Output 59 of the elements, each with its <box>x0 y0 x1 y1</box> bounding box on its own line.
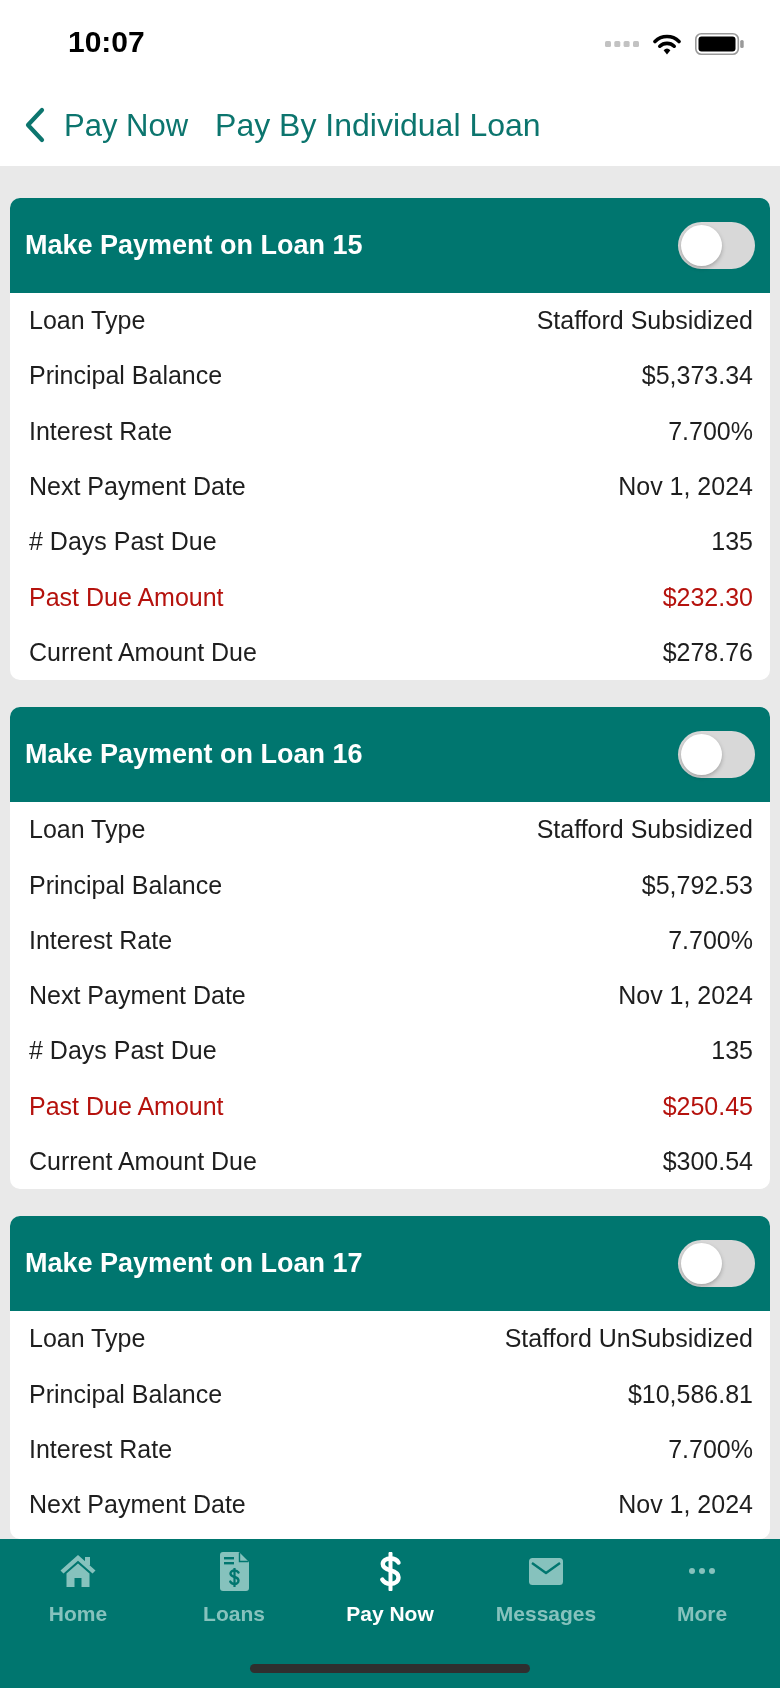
field-value: $250.45 <box>662 1093 753 1119</box>
field-label: Next Payment Date <box>29 1492 246 1518</box>
tab-button[interactable]: More <box>624 1551 780 1624</box>
field-value: Nov 1, 2024 <box>618 474 753 500</box>
field-label: Past Due Amount <box>29 584 224 610</box>
field-label: Principal Balance <box>29 363 223 389</box>
field-value: Stafford UnSubsidized <box>504 1326 753 1352</box>
battery-icon <box>695 33 744 55</box>
card-title: Make Payment on Loan 15 <box>25 232 363 259</box>
field-label: Loan Type <box>29 1326 146 1352</box>
field-label: Current Amount Due <box>29 639 257 665</box>
field-value: 7.700% <box>668 418 753 444</box>
field-label: Past Due Amount <box>29 1093 224 1119</box>
status-time: 10:07 <box>68 27 145 57</box>
toggle-switch[interactable] <box>678 731 755 779</box>
wifi-icon <box>653 33 681 55</box>
field-label: Principal Balance <box>29 1381 223 1407</box>
field-label: Principal Balance <box>29 872 223 898</box>
field-value: Nov 1, 2024 <box>618 983 753 1009</box>
field-label: Next Payment Date <box>29 474 246 500</box>
field-value: Stafford Subsidized <box>536 817 753 843</box>
home-icon <box>60 1554 96 1588</box>
field-label: # Days Past Due <box>29 529 217 555</box>
field-value: 135 <box>711 1038 753 1064</box>
tab-button[interactable]: Pay Now <box>312 1551 468 1624</box>
field-label: Next Payment Date <box>29 983 246 1009</box>
field-label: Interest Rate <box>29 927 173 953</box>
field-value: Nov 1, 2024 <box>618 1492 753 1518</box>
tab-button[interactable]: Home <box>0 1551 156 1624</box>
field-value: $5,792.53 <box>641 872 753 898</box>
field-value: $278.76 <box>662 639 753 665</box>
field-value: $300.54 <box>662 1149 753 1174</box>
back-button[interactable]: Pay Now <box>24 107 189 143</box>
field-value: $10,586.81 <box>627 1381 753 1407</box>
toggle-switch[interactable] <box>678 222 755 269</box>
card-title: Make Payment on Loan 17 <box>25 1250 363 1278</box>
field-value: 7.700% <box>668 1436 753 1462</box>
field-label: Interest Rate <box>29 418 173 444</box>
tab-button[interactable]: Loans <box>156 1551 312 1624</box>
card-title: Make Payment on Loan 16 <box>25 741 363 769</box>
tab-button[interactable]: Messages <box>468 1551 624 1624</box>
field-label: Loan Type <box>29 308 146 334</box>
toggle-switch[interactable] <box>678 1240 755 1288</box>
field-value: 7.700% <box>668 927 753 953</box>
field-label: Loan Type <box>29 817 146 843</box>
chevron-left-icon <box>24 107 45 143</box>
page-title: Pay By Individual Loan <box>215 109 541 141</box>
field-value: $232.30 <box>662 584 753 610</box>
field-value: 135 <box>711 529 753 555</box>
field-label: # Days Past Due <box>29 1038 217 1064</box>
field-value: Stafford Subsidized <box>536 308 753 334</box>
field-value: $5,373.34 <box>641 363 753 389</box>
envelope-icon <box>529 1557 563 1585</box>
signal-icon <box>605 41 639 47</box>
document-dollar-icon <box>219 1551 249 1591</box>
dollar-sign-icon <box>378 1551 402 1591</box>
field-label: Interest Rate <box>29 1436 173 1462</box>
field-label: Current Amount Due <box>29 1149 257 1174</box>
more-dots-icon <box>689 1568 715 1574</box>
